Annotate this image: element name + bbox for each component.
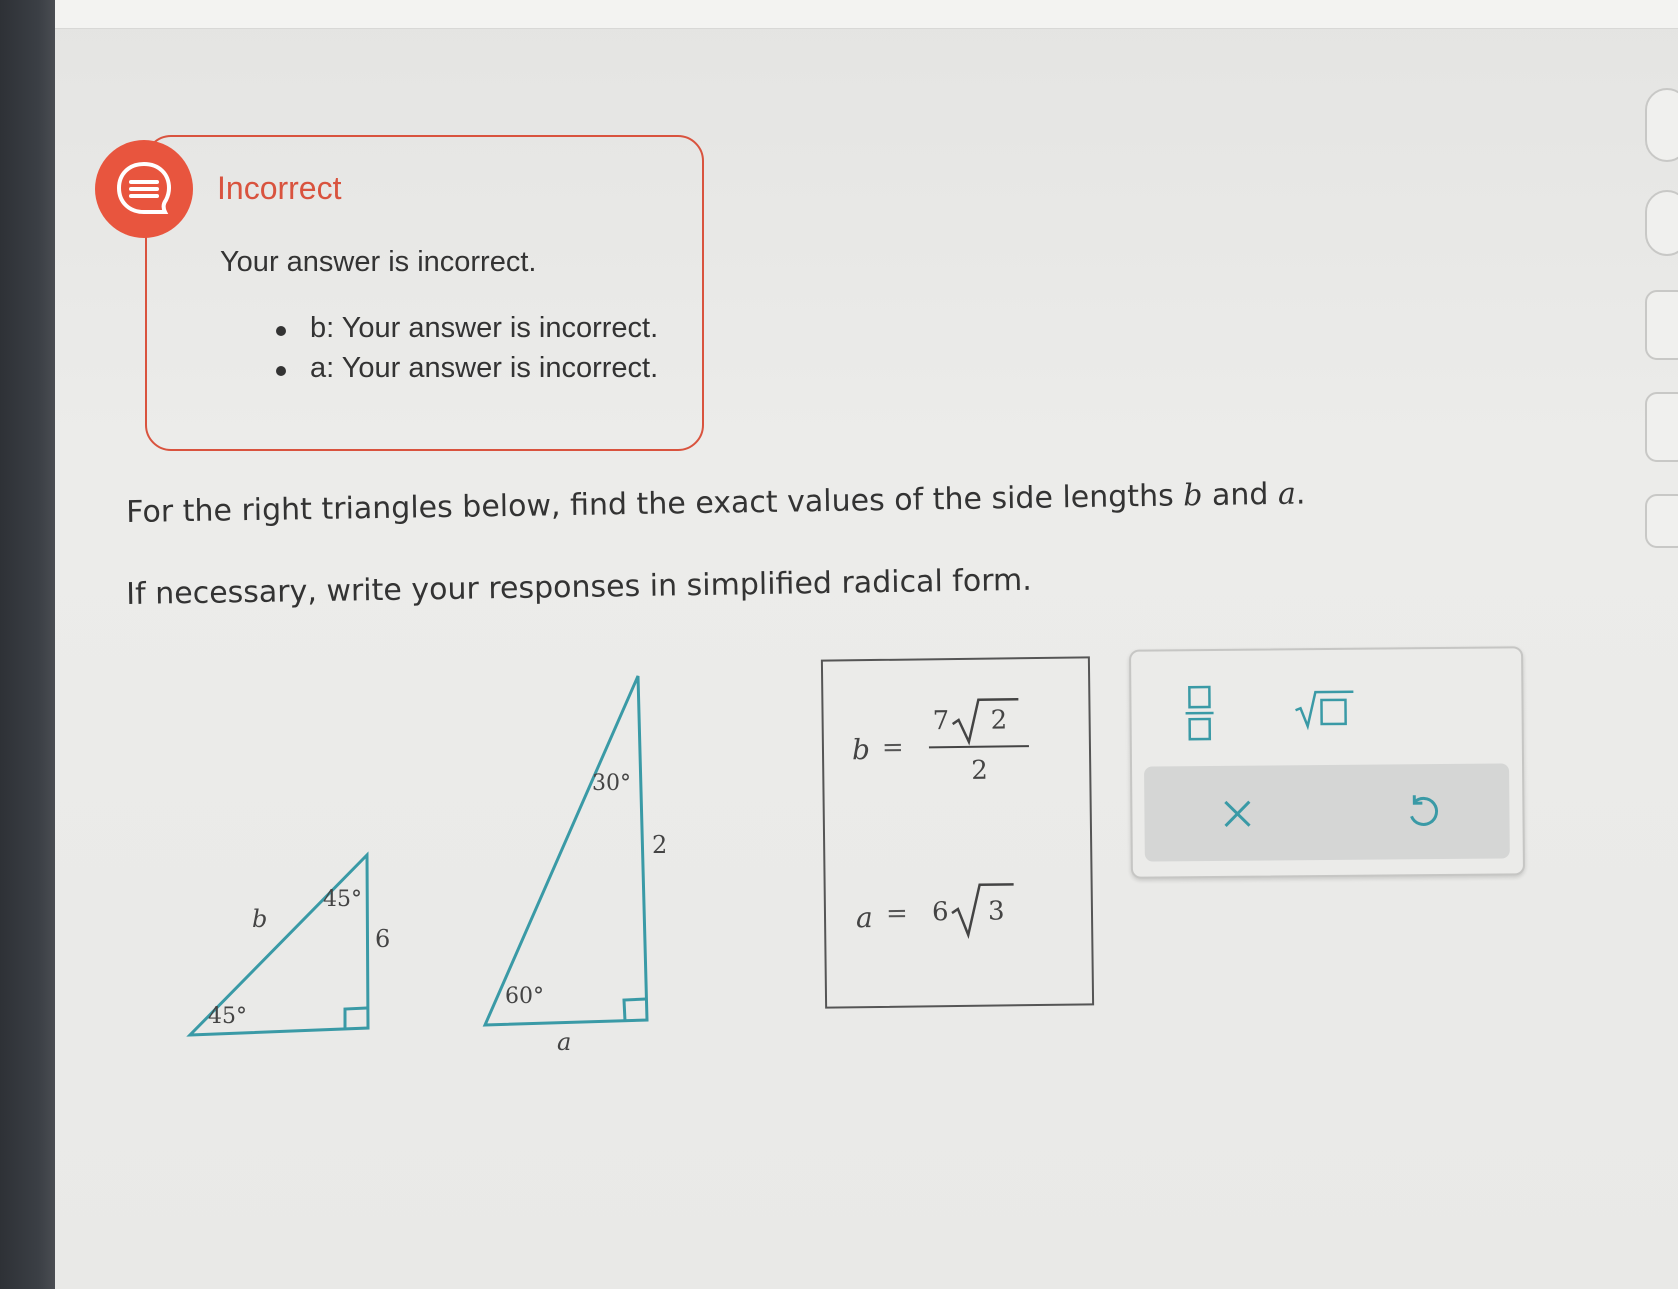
triangle1-hyp-label: b — [252, 905, 267, 933]
answer-b-field[interactable]: 7 2 2 — [928, 691, 1039, 802]
triangles-figure: b 6 45° 45° 2 a 30° 60° — [186, 675, 667, 1056]
triangle-45-45-90: b 6 45° 45° — [186, 851, 390, 1037]
top-bar — [18, 0, 1678, 29]
feedback-item-b: b: Your answer is incorrect. — [270, 312, 658, 352]
sqrt-icon[interactable] — [1293, 686, 1357, 737]
answer-b-coefficient: 7 — [932, 706, 950, 737]
clear-icon[interactable] — [1219, 796, 1255, 832]
screen-bezel — [0, 0, 55, 1289]
palette-action-bar — [1144, 763, 1510, 862]
answer-b-label: b — [851, 733, 871, 767]
triangle2-angle-bottom: 60° — [505, 984, 544, 1009]
feedback-item-a: a: Your answer is incorrect. — [270, 352, 658, 392]
undo-icon[interactable] — [1402, 792, 1442, 832]
radical-sign-icon — [951, 697, 1019, 746]
side-control[interactable] — [1645, 494, 1678, 548]
answer-a-radicand: 3 — [987, 896, 1005, 927]
answer-b-equals: = — [881, 732, 904, 763]
triangle2-base-label: a — [557, 1028, 571, 1056]
radical-sign-icon — [951, 883, 1014, 940]
side-control[interactable] — [1645, 392, 1678, 462]
triangle-30-60-90: 2 a 30° 60° — [482, 675, 667, 1056]
side-control[interactable] — [1645, 190, 1678, 256]
triangle1-angle-top: 45° — [323, 887, 362, 912]
side-control[interactable] — [1645, 88, 1678, 162]
chat-bubble-icon — [116, 161, 172, 214]
side-control[interactable] — [1645, 290, 1678, 360]
triangle2-angle-top: 30° — [592, 771, 631, 796]
feedback-list: b: Your answer is incorrect. a: Your ans… — [270, 312, 658, 392]
answer-box[interactable]: b = 7 2 2 a = 6 3 — [820, 656, 1095, 1009]
answer-a-label: a — [855, 901, 873, 935]
answer-a-field[interactable]: 6 3 — [926, 874, 1037, 945]
var-b: b — [1182, 478, 1203, 514]
math-palette — [1129, 646, 1525, 879]
answer-b-denominator: 2 — [971, 755, 988, 786]
answer-a-equals: = — [885, 898, 908, 929]
triangle1-side-label: 6 — [375, 925, 390, 953]
question-period: . — [1295, 476, 1306, 512]
answer-a-coefficient: 6 — [931, 897, 949, 928]
fraction-icon[interactable] — [1179, 683, 1220, 743]
feedback-title: Incorrect — [217, 170, 342, 206]
var-a: a — [1277, 476, 1297, 512]
feedback-message: Your answer is incorrect. — [220, 246, 537, 278]
triangle2-side-label: 2 — [652, 831, 667, 859]
triangle1-angle-bottom: 45° — [208, 1004, 247, 1029]
question-and: and — [1202, 476, 1279, 514]
answer-b-radicand: 2 — [990, 705, 1008, 736]
fraction-bar — [928, 745, 1029, 749]
feedback-badge — [95, 140, 193, 238]
